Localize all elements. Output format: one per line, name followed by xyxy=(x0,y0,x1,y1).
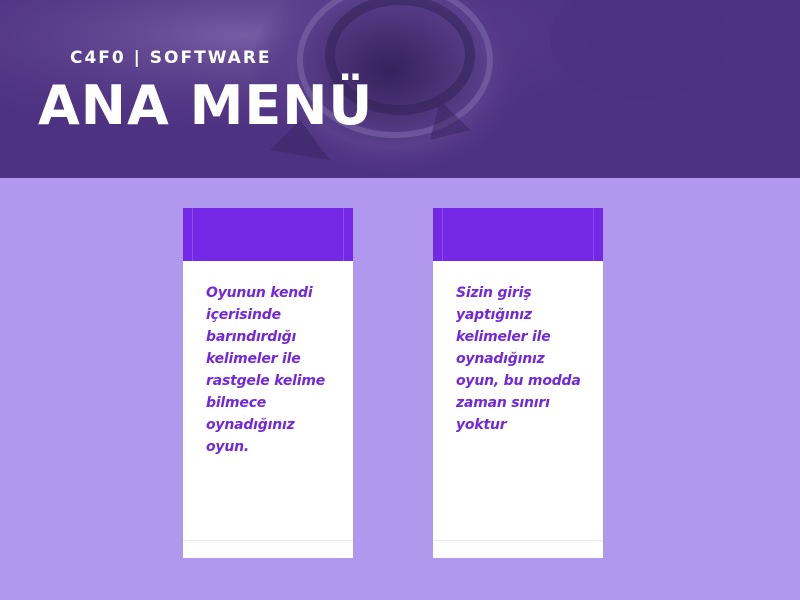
card-header-edge xyxy=(343,208,344,261)
card-header-edge xyxy=(593,208,594,261)
card-footer xyxy=(433,540,603,558)
brand-label: C4F0 | SOFTWARE xyxy=(70,48,272,68)
card-footer xyxy=(183,540,353,558)
card-header-edge xyxy=(192,208,193,261)
card-description: Oyunun kendi içerisinde barındırdığı kel… xyxy=(206,285,326,455)
header-banner: C4F0 | SOFTWARE ANA MENÜ xyxy=(0,0,800,178)
card-header xyxy=(183,208,353,261)
page-title: ANA MENÜ xyxy=(38,74,374,137)
game-mode-card-random[interactable]: Oyunun kendi içerisinde barındırdığı kel… xyxy=(183,208,353,558)
card-header xyxy=(433,208,603,261)
card-header-edge xyxy=(442,208,443,261)
game-mode-card-custom[interactable]: Sizin giriş yaptığınız kelimeler ile oyn… xyxy=(433,208,603,558)
card-description: Sizin giriş yaptığınız kelimeler ile oyn… xyxy=(456,285,581,433)
